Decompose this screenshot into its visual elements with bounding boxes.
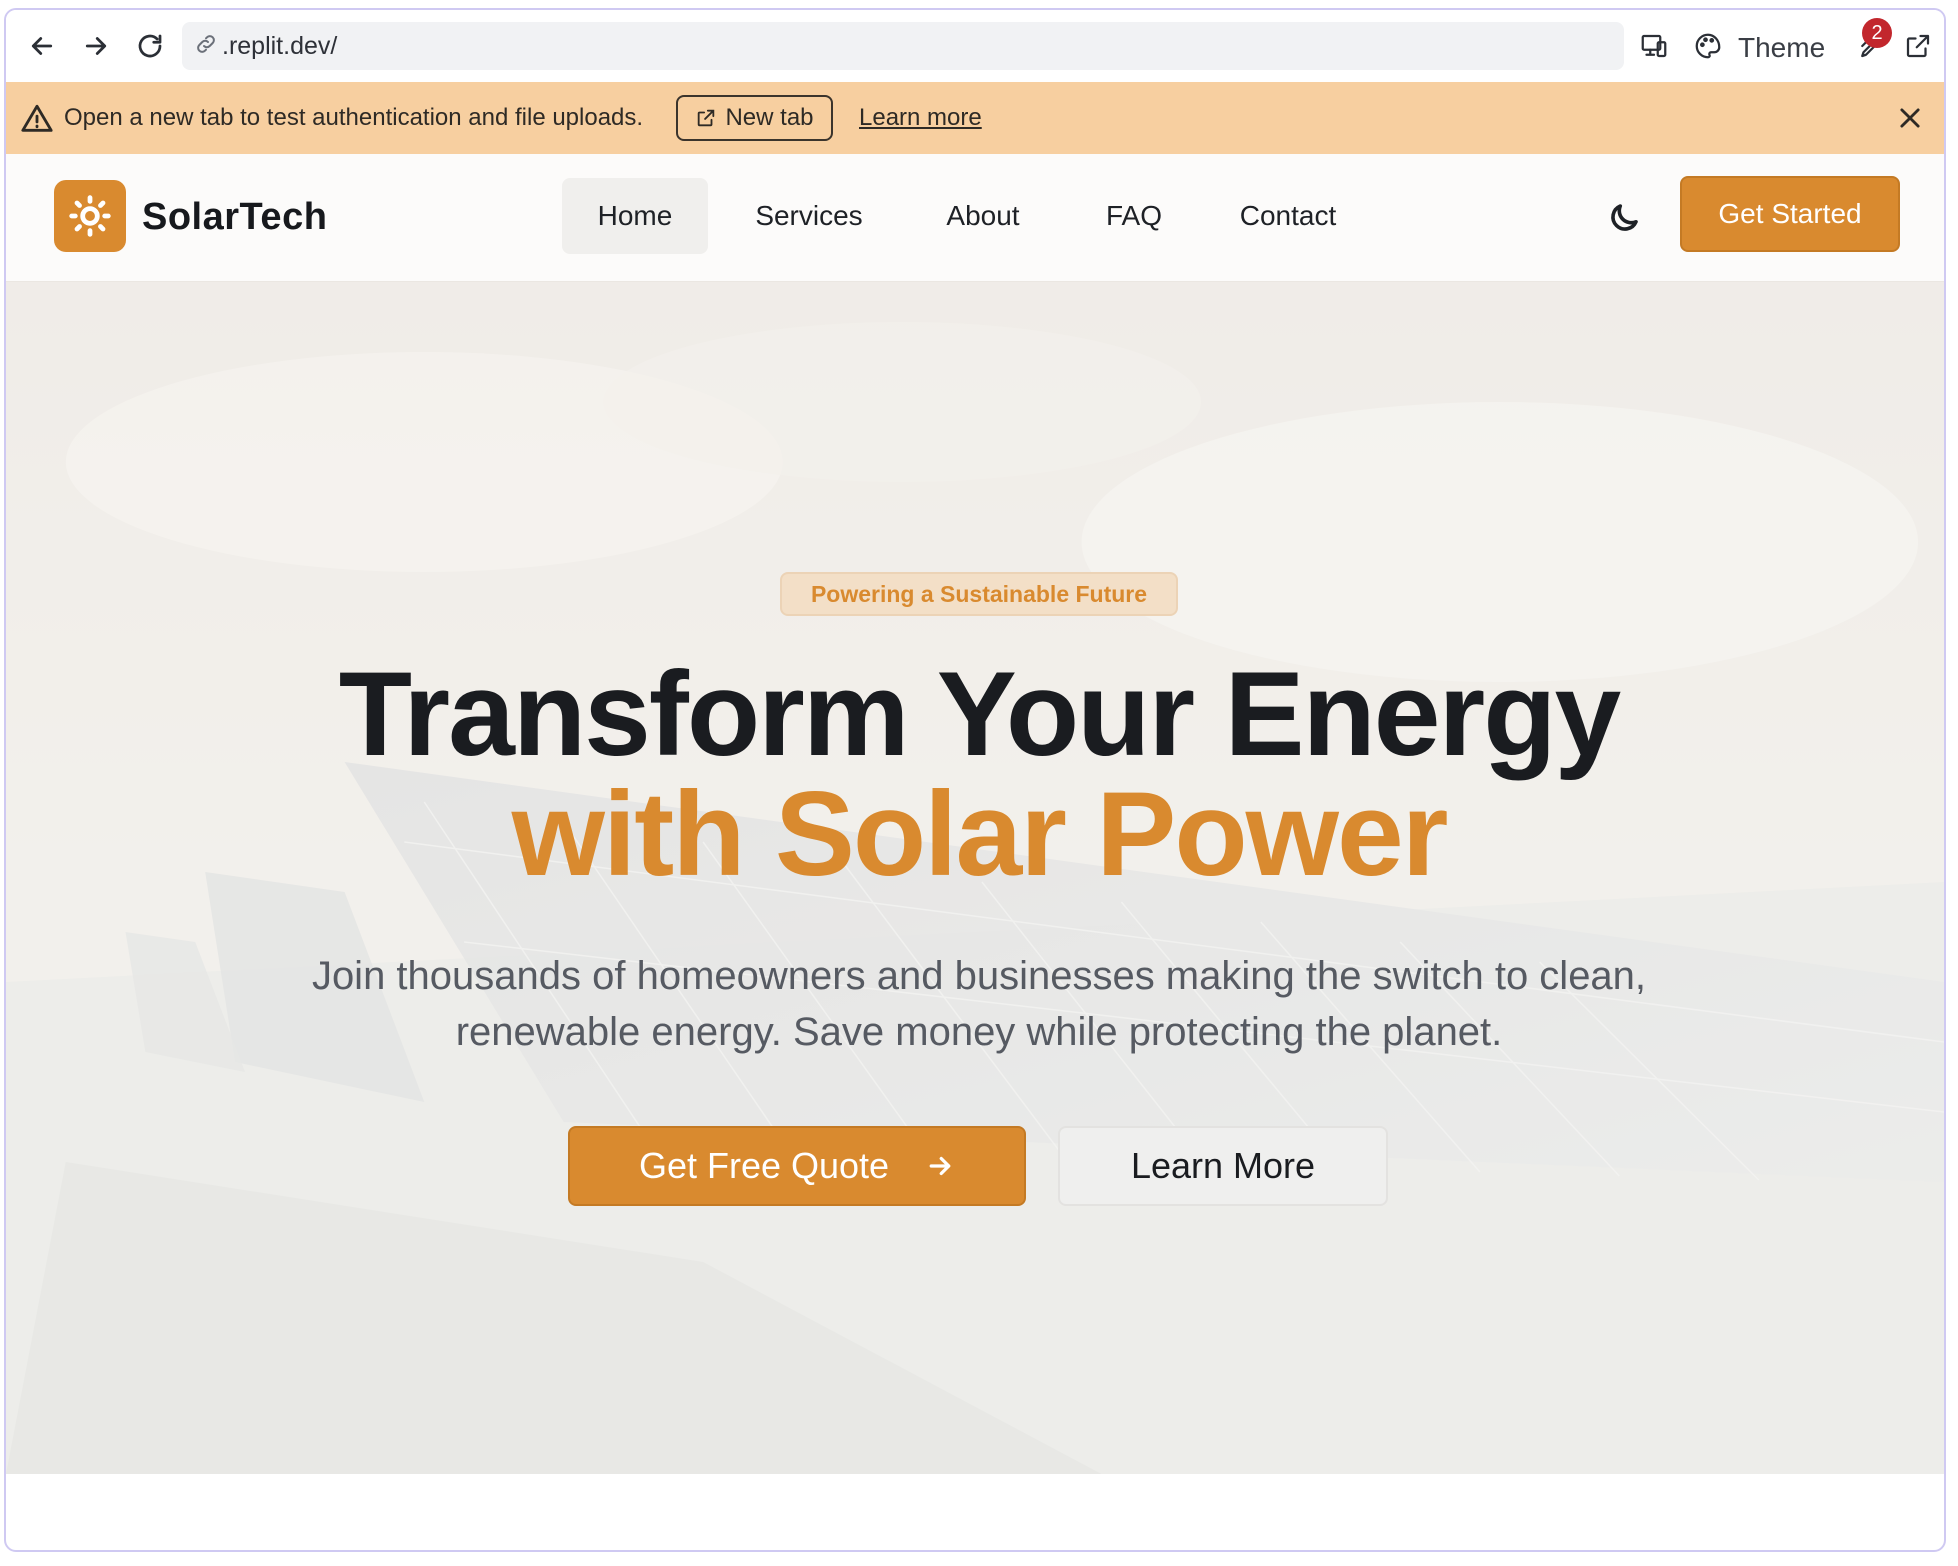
- nav-contact[interactable]: Contact: [1218, 178, 1358, 254]
- theme-label[interactable]: Theme: [1738, 32, 1825, 64]
- dark-mode-toggle-icon[interactable]: [1606, 200, 1642, 236]
- get-started-button[interactable]: Get Started: [1680, 176, 1900, 252]
- hero-headline: Transform Your Energy: [338, 647, 1622, 781]
- new-tab-button[interactable]: New tab: [676, 95, 833, 141]
- url-text: .replit.dev/: [222, 31, 338, 60]
- nav-home[interactable]: Home: [562, 178, 708, 254]
- notification-badge: 2: [1862, 18, 1892, 48]
- nav-faq[interactable]: FAQ: [1084, 178, 1184, 254]
- nav-about[interactable]: About: [920, 178, 1046, 254]
- forward-icon[interactable]: [78, 28, 114, 64]
- nav-services[interactable]: Services: [736, 178, 882, 254]
- hero-subtext: Join thousands of homeowners and busines…: [311, 954, 1647, 1054]
- notice-banner: Open a new tab to test authentication an…: [6, 82, 1944, 154]
- address-bar[interactable]: .replit.dev/: [182, 22, 1624, 70]
- get-free-quote-label: Get Free Quote: [638, 1145, 890, 1186]
- palette-icon[interactable]: [1690, 28, 1726, 64]
- browser-window: .replit.dev/ Theme 2 Open a new tab to t…: [4, 8, 1946, 1552]
- learn-more-button[interactable]: Learn More: [1058, 1126, 1388, 1206]
- brand-name[interactable]: SolarTech: [142, 196, 327, 239]
- notice-message: Open a new tab to test authentication an…: [64, 104, 644, 131]
- new-tab-label: New tab: [725, 104, 814, 131]
- warning-icon: [20, 102, 54, 136]
- get-free-quote-button[interactable]: Get Free Quote: [568, 1126, 1026, 1206]
- learn-more-link[interactable]: Learn more: [859, 104, 982, 132]
- external-link-icon[interactable]: [1900, 28, 1936, 64]
- tagline-badge: Powering a Sustainable Future: [780, 572, 1178, 616]
- external-link-icon: [698, 109, 715, 127]
- site-header: SolarTech Home Services About FAQ Contac…: [6, 154, 1944, 282]
- browser-toolbar: .replit.dev/ Theme 2: [6, 10, 1944, 82]
- hero-headline-accent: with Solar Power: [511, 767, 1449, 901]
- link-icon: [194, 32, 218, 61]
- arrow-right-icon: [929, 1156, 951, 1176]
- close-icon[interactable]: [1896, 104, 1924, 132]
- sun-logo-icon[interactable]: [54, 180, 126, 252]
- hero-section: Powering a Sustainable Future Transform …: [6, 282, 1944, 1474]
- reload-icon[interactable]: [132, 28, 168, 64]
- back-icon[interactable]: [24, 28, 60, 64]
- devices-icon[interactable]: [1636, 28, 1672, 64]
